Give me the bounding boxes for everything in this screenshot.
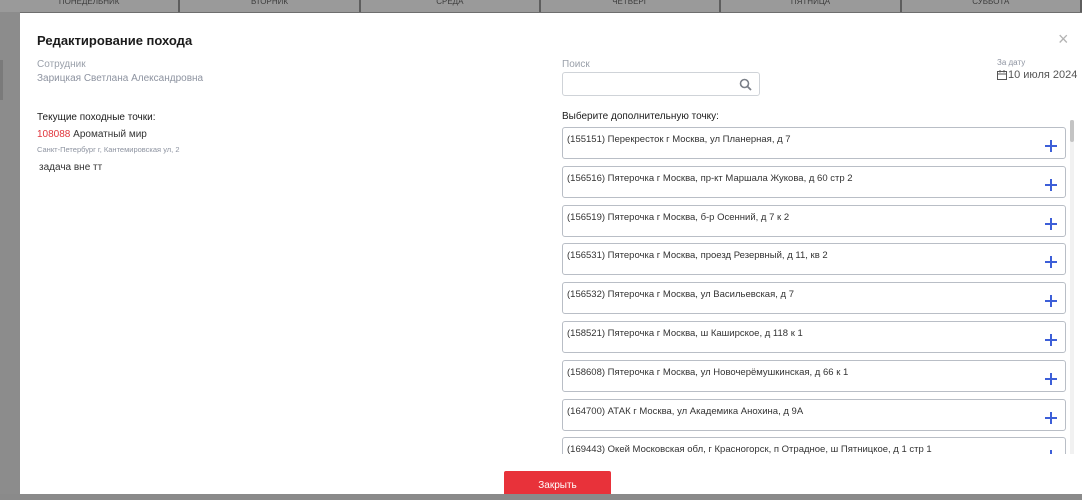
current-point-name: Ароматный мир bbox=[73, 129, 147, 140]
close-icon[interactable]: × bbox=[1058, 30, 1069, 48]
plus-icon[interactable] bbox=[1045, 450, 1057, 454]
point-label: (156516) Пятерочка г Москва, пр-кт Марша… bbox=[567, 172, 853, 184]
list-item: (156532) Пятерочка г Москва, ул Васильев… bbox=[562, 282, 1066, 315]
select-point-title: Выберите дополнительную точку: bbox=[562, 111, 719, 122]
day-column-header: ЧЕТВЕРГ bbox=[541, 0, 722, 12]
backdrop-left-strip bbox=[0, 12, 20, 494]
plus-icon[interactable] bbox=[1045, 295, 1057, 308]
edit-visit-modal: Редактирование похода × Сотрудник Зарицк… bbox=[20, 13, 1082, 494]
list-item: (155151) Перекресток г Москва, ул Планер… bbox=[562, 127, 1066, 159]
list-item: (156519) Пятерочка г Москва, б-р Осенний… bbox=[562, 204, 1066, 237]
search-label: Поиск bbox=[562, 59, 590, 70]
list-item: (156531) Пятерочка г Москва, проезд Резе… bbox=[562, 243, 1066, 276]
point-list: (155151) Перекресток г Москва, ул Планер… bbox=[562, 127, 1067, 454]
plus-icon[interactable] bbox=[1045, 217, 1057, 230]
current-point: 108088 Ароматный мир bbox=[37, 129, 147, 140]
search-icon[interactable] bbox=[739, 78, 752, 91]
plus-icon[interactable] bbox=[1045, 411, 1057, 424]
list-item: (169443) Окей Московская обл, г Красного… bbox=[562, 437, 1066, 454]
plus-icon[interactable] bbox=[1045, 256, 1057, 269]
calendar-header: ПОНЕДЕЛЬНИК ВТОРНИК СРЕДА ЧЕТВЕРГ ПЯТНИЦ… bbox=[0, 0, 1082, 13]
list-scrollbar[interactable] bbox=[1070, 120, 1074, 454]
day-column-header: СУББОТА bbox=[902, 0, 1082, 12]
modal-title: Редактирование похода bbox=[37, 33, 193, 48]
current-task: задача вне тт bbox=[39, 162, 103, 173]
date-value: 10 июля 2024 bbox=[1008, 69, 1078, 81]
scrollbar-thumb[interactable] bbox=[1070, 120, 1074, 142]
point-label: (155151) Перекресток г Москва, ул Планер… bbox=[567, 134, 791, 145]
point-label: (164700) АТАК г Москва, ул Академика Ано… bbox=[567, 405, 804, 417]
point-label: (156519) Пятерочка г Москва, б-р Осенний… bbox=[567, 211, 790, 223]
backdrop-tick bbox=[0, 60, 3, 100]
day-column-header: ПОНЕДЕЛЬНИК bbox=[0, 0, 181, 12]
list-item: (158608) Пятерочка г Москва, ул Новочерё… bbox=[562, 359, 1066, 392]
day-column-header: ПЯТНИЦА bbox=[721, 0, 902, 12]
current-point-address: Санкт-Петербург г, Кантемировская ул, 2 bbox=[37, 145, 180, 154]
point-label: (156532) Пятерочка г Москва, ул Васильев… bbox=[567, 289, 794, 301]
list-item: (164700) АТАК г Москва, ул Академика Ано… bbox=[562, 398, 1066, 431]
calendar-icon bbox=[997, 70, 1007, 80]
plus-icon[interactable] bbox=[1045, 372, 1057, 385]
employee-label: Сотрудник bbox=[37, 59, 86, 70]
point-label: (156531) Пятерочка г Москва, проезд Резе… bbox=[567, 250, 828, 262]
point-label: (158521) Пятерочка г Москва, ш Каширское… bbox=[567, 327, 803, 339]
search-field[interactable] bbox=[562, 72, 760, 96]
plus-icon[interactable] bbox=[1045, 140, 1057, 152]
day-column-header: СРЕДА bbox=[361, 0, 541, 12]
list-item: (156516) Пятерочка г Москва, пр-кт Марша… bbox=[562, 165, 1066, 198]
employee-name: Зарицкая Светлана Александровна bbox=[37, 73, 204, 84]
date-picker[interactable]: 10 июля 2024 bbox=[997, 69, 1077, 81]
point-label: (158608) Пятерочка г Москва, ул Новочерё… bbox=[567, 366, 849, 378]
plus-icon[interactable] bbox=[1045, 178, 1057, 191]
current-points-title: Текущие походные точки: bbox=[37, 112, 156, 123]
close-button[interactable]: Закрыть bbox=[504, 471, 611, 494]
day-column-header: ВТОРНИК bbox=[180, 0, 361, 12]
search-input[interactable] bbox=[567, 74, 741, 96]
current-point-code: 108088 bbox=[37, 129, 71, 140]
list-item: (158521) Пятерочка г Москва, ш Каширское… bbox=[562, 320, 1066, 353]
plus-icon[interactable] bbox=[1045, 333, 1057, 346]
date-label: За дату bbox=[997, 58, 1026, 67]
point-label: (169443) Окей Московская обл, г Красного… bbox=[567, 444, 932, 454]
